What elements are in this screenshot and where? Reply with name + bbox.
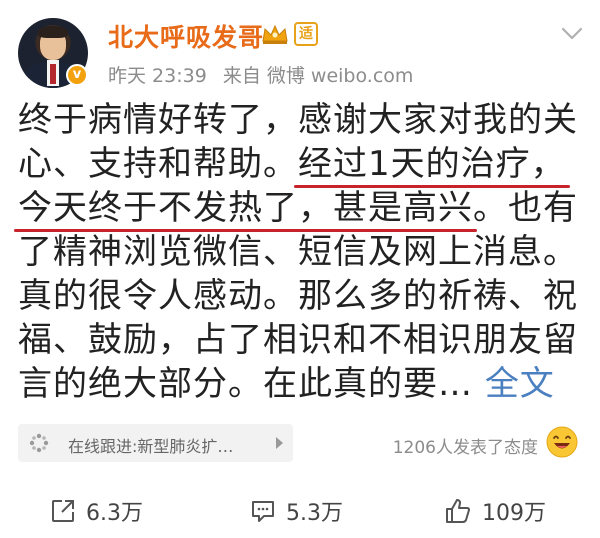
like-button[interactable]: 109万 (444, 496, 546, 526)
topic-bar[interactable]: 在线跟进:新型肺炎扩… (18, 424, 293, 462)
topic-label: 在线跟进:新型肺炎扩… (68, 437, 234, 456)
play-arrow-icon (276, 437, 283, 449)
thumbs-up-icon (446, 499, 470, 523)
content-line: 真的很令人感动。那么多的祈祷、祝 (18, 276, 578, 316)
content-line: 了精神浏览微信、短信及网上消息。 (18, 232, 578, 272)
badge-icon[interactable]: 适 (294, 22, 318, 46)
comment-icon (252, 501, 274, 522)
share-count: 6.3万 (86, 501, 143, 526)
content-line: 终于病情好转了，感谢大家对我的关 (18, 100, 578, 140)
comment-button[interactable]: 5.3万 (250, 496, 343, 526)
post-header: v 北大呼吸发哥 适 昨天 23:39 来自 微博 weibo.com (18, 14, 588, 94)
verified-badge-icon: v (66, 64, 88, 86)
username[interactable]: 北大呼吸发哥 (108, 18, 264, 54)
share-icon (52, 500, 74, 522)
highlighted-text: 今天终于不发热了，甚是高兴 (18, 188, 473, 228)
post-content: 终于病情好转了，感谢大家对我的关 心、支持和帮助。经过1天的治疗， 今天终于不发… (18, 98, 584, 406)
laughing-emoji-icon[interactable] (546, 426, 578, 458)
post-time: 昨天 23:39 (108, 65, 207, 87)
post-meta: 昨天 23:39 来自 微博 weibo.com (108, 61, 423, 88)
highlighted-text: 经过1天的治疗， (298, 144, 566, 184)
topic-icon (29, 433, 49, 453)
reactions-label[interactable]: 1206人发表了态度 (393, 433, 538, 458)
share-button[interactable]: 6.3万 (50, 496, 143, 526)
content-line: 福、鼓励，占了相识和不相识朋友留 (18, 320, 578, 360)
content-line: 今天终于不发热了，甚是高兴。也有 (18, 188, 578, 228)
fulltext-link[interactable]: 全文 (485, 364, 555, 404)
content-line: 言的绝大部分。在此真的要… 全文 (18, 364, 555, 404)
content-line: 心、支持和帮助。经过1天的治疗， (18, 144, 566, 184)
action-bar: 6.3万 5.3万 109万 (0, 480, 600, 538)
post-source: 来自 微博 weibo.com (222, 65, 414, 87)
comment-count: 5.3万 (286, 501, 343, 526)
crown-icon[interactable] (261, 23, 289, 45)
chevron-down-icon[interactable] (560, 26, 584, 42)
like-count: 109万 (482, 501, 546, 526)
